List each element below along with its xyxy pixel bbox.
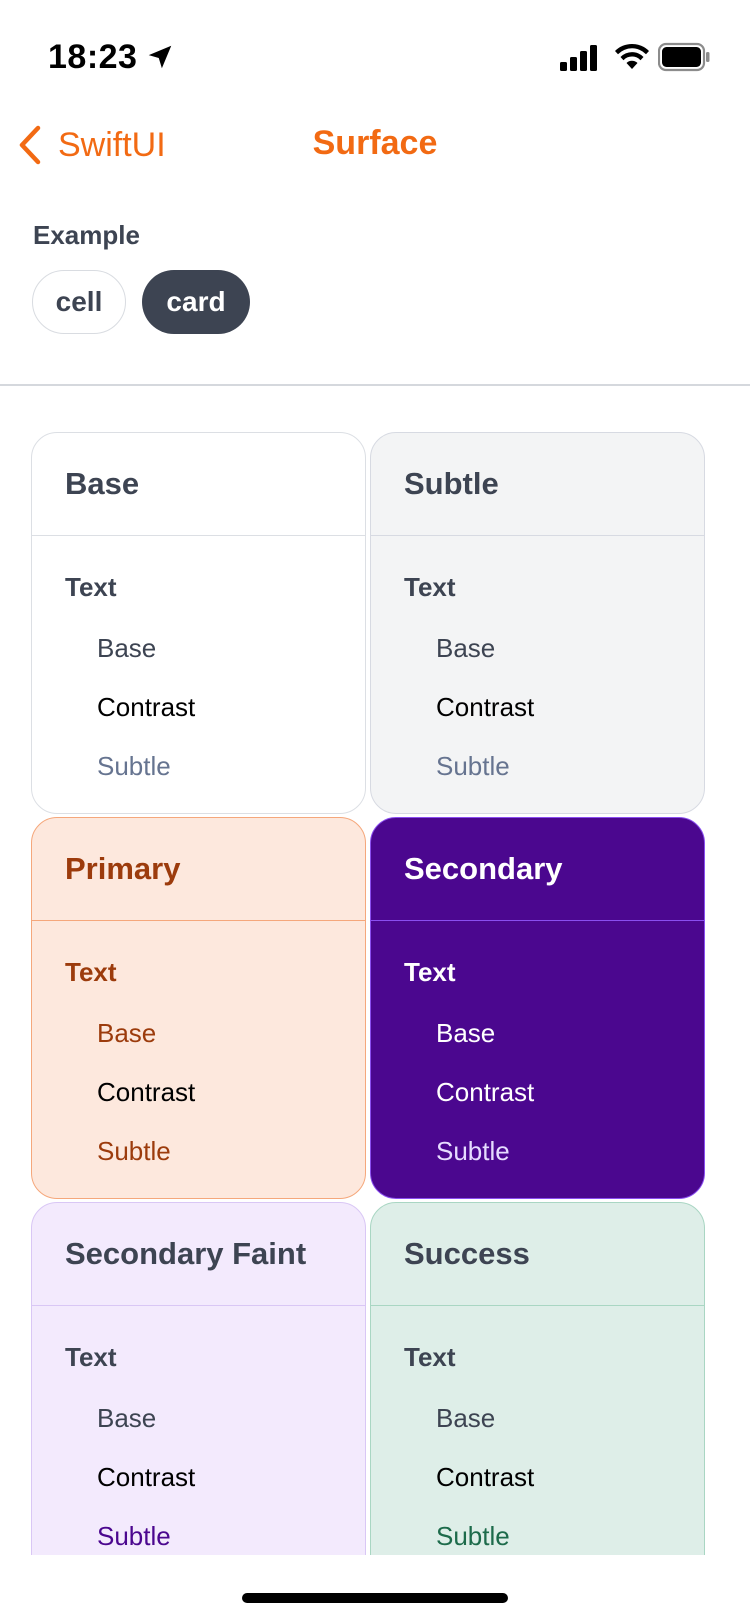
surface-card-secondary-faint: Secondary Faint Text Base Contrast Subtl… [31,1202,366,1555]
option-card-button[interactable]: card [142,270,250,334]
surface-card-secondary: Secondary Text Base Contrast Subtle [370,817,705,1199]
status-time: 18:23 [48,38,138,76]
card-title: Secondary [371,818,704,921]
card-text-label: Text [404,1342,456,1372]
text-base-sample: Base [436,633,496,663]
surface-card-base: Base Text Base Contrast Subtle [31,432,366,814]
card-text-label: Text [65,957,117,987]
cellular-signal-icon [560,45,597,71]
text-subtle-sample: Subtle [436,751,510,781]
page-title: Surface [312,124,438,162]
card-title: Primary [32,818,365,921]
card-text-label: Text [404,957,456,987]
text-contrast-sample: Contrast [97,1077,196,1107]
surface-card-primary: Primary Text Base Contrast Subtle [31,817,366,1199]
card-title: Base [32,433,365,536]
surface-card-grid: Base Text Base Contrast Subtle Subtle Te… [31,432,719,1555]
card-text-label: Text [65,572,117,602]
text-subtle-sample: Subtle [436,1521,510,1551]
home-indicator [242,1593,508,1603]
text-base-sample: Base [97,1403,157,1433]
example-segmented-control: cell card [32,270,250,334]
example-label: Example [33,220,140,250]
option-cell-button[interactable]: cell [32,270,126,334]
navigation-bar: SwiftUI Surface [0,110,750,180]
battery-icon [658,42,710,72]
card-text-label: Text [65,1342,117,1372]
text-base-sample: Base [436,1018,496,1048]
text-subtle-sample: Subtle [97,1521,171,1551]
location-arrow-icon [148,45,172,69]
text-contrast-sample: Contrast [436,692,535,722]
card-title: Subtle [371,433,704,536]
text-base-sample: Base [97,1018,157,1048]
text-contrast-sample: Contrast [436,1462,535,1492]
text-contrast-sample: Contrast [97,1462,196,1492]
text-subtle-sample: Subtle [97,751,171,781]
text-base-sample: Base [436,1403,496,1433]
card-title: Secondary Faint [32,1203,365,1306]
surface-card-subtle: Subtle Text Base Contrast Subtle [370,432,705,814]
status-bar: 18:23 [0,0,750,100]
text-base-sample: Base [97,633,157,663]
wifi-icon [615,43,649,69]
text-contrast-sample: Contrast [97,692,196,722]
surface-card-success: Success Text Base Contrast Subtle [370,1202,705,1555]
text-subtle-sample: Subtle [436,1136,510,1166]
section-divider [0,384,750,386]
card-text-label: Text [404,572,456,602]
card-title: Success [371,1203,704,1306]
text-contrast-sample: Contrast [436,1077,535,1107]
text-subtle-sample: Subtle [97,1136,171,1166]
